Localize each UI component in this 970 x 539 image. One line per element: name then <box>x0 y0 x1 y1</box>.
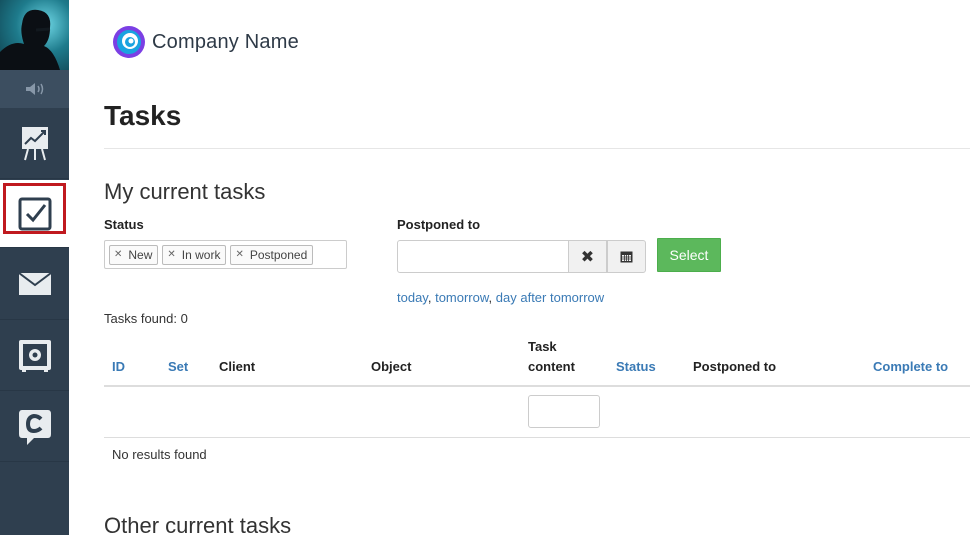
active-item-frame <box>3 183 66 234</box>
column-header-postponed-to: Postponed to <box>693 359 777 374</box>
remove-tag-icon[interactable]: ✕ <box>235 249 243 260</box>
status-tag-new[interactable]: ✕ New <box>109 244 159 265</box>
chart-board-icon <box>21 127 48 161</box>
link-day-after-tomorrow[interactable]: day after tomorrow <box>496 290 604 305</box>
link-tomorrow[interactable]: tomorrow <box>435 290 488 305</box>
status-label: Status <box>104 217 144 232</box>
column-header-client: Client <box>219 359 256 374</box>
postponed-date-input[interactable] <box>397 240 569 273</box>
c-chat-icon <box>18 409 51 445</box>
page-title: Tasks <box>104 100 182 131</box>
status-tag-label: Postponed <box>249 247 308 262</box>
no-results-message: No results found <box>112 447 207 462</box>
status-tag-label: In work <box>181 247 221 262</box>
sidebar-item-safe[interactable] <box>0 321 69 391</box>
filter-row-divider <box>104 437 970 438</box>
avatar[interactable] <box>0 0 69 70</box>
column-header-status[interactable]: Status <box>616 359 656 374</box>
sidebar-item-analytics[interactable] <box>0 108 69 179</box>
title-divider <box>104 148 970 149</box>
company-logo[interactable]: Company Name <box>112 25 299 59</box>
my-tasks-title: My current tasks <box>104 179 266 204</box>
sound-toggle[interactable] <box>0 70 69 108</box>
remove-tag-icon[interactable]: ✕ <box>114 249 122 260</box>
sidebar <box>0 0 69 535</box>
column-header-task-content-line2: content <box>528 359 575 374</box>
status-multiselect[interactable]: ✕ New ✕ In work ✕ Postponed <box>104 240 347 269</box>
safe-icon <box>18 339 51 372</box>
postponed-label: Postponed to <box>397 217 481 232</box>
sidebar-item-tasks[interactable] <box>0 180 69 248</box>
calendar-button[interactable] <box>607 240 646 273</box>
date-quick-links: today, tomorrow, day after tomorrow <box>397 290 605 305</box>
clear-date-button[interactable]: ✖ <box>568 240 607 273</box>
status-tag-postponed[interactable]: ✕ Postponed <box>230 244 314 265</box>
task-content-filter-input[interactable] <box>528 395 600 428</box>
sidebar-item-chat[interactable] <box>0 392 69 462</box>
close-icon: ✖ <box>580 248 595 266</box>
column-header-object: Object <box>371 359 412 374</box>
company-name: Company Name <box>152 30 299 53</box>
tasks-found-count: Tasks found: 0 <box>104 311 188 326</box>
table-header-divider <box>104 385 970 387</box>
column-header-set[interactable]: Set <box>168 359 188 374</box>
remove-tag-icon[interactable]: ✕ <box>167 249 175 260</box>
speaker-icon <box>25 83 43 95</box>
spiral-logo-icon <box>113 26 145 58</box>
column-header-complete-to[interactable]: Complete to <box>873 359 948 374</box>
status-tag-label: New <box>128 247 153 262</box>
link-today[interactable]: today <box>397 290 428 305</box>
sidebar-item-mail[interactable] <box>0 249 69 320</box>
envelope-icon <box>17 272 52 295</box>
status-tag-in-work[interactable]: ✕ In work <box>162 244 227 265</box>
select-button[interactable]: Select <box>657 238 721 272</box>
column-header-id[interactable]: ID <box>112 359 125 374</box>
column-header-task-content-line1: Task <box>528 339 557 354</box>
calendar-icon <box>620 251 633 263</box>
other-tasks-title: Other current tasks <box>104 513 292 538</box>
